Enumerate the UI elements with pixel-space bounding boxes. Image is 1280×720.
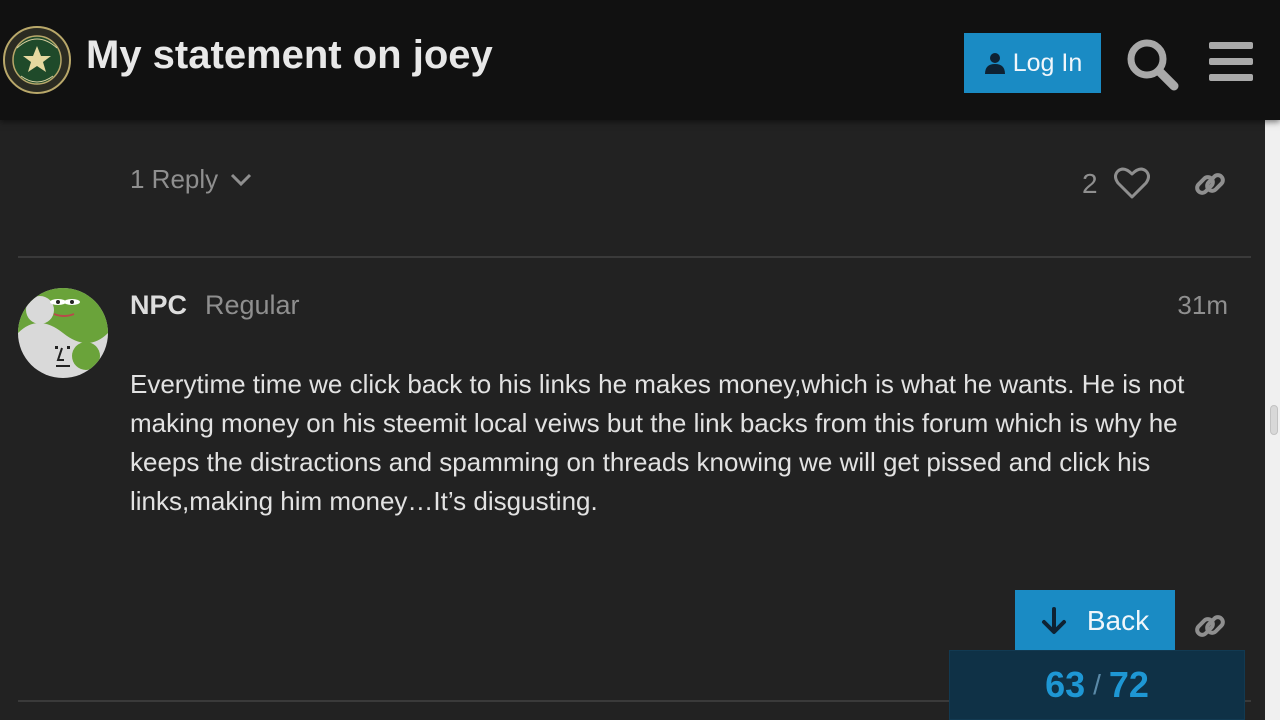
arrow-down-icon xyxy=(1041,606,1066,634)
link-icon[interactable] xyxy=(1192,166,1228,202)
post-body: Everytime time we click back to his link… xyxy=(130,369,1185,516)
back-label: Back xyxy=(1086,604,1150,636)
site-header: My statement on joey Log In xyxy=(0,0,1280,120)
like-count: 2 xyxy=(1082,168,1098,199)
post-username[interactable]: NPC xyxy=(130,290,187,321)
progress-total: 72 xyxy=(1108,664,1149,705)
replies-toggle[interactable]: 1 Reply xyxy=(130,164,252,195)
back-button[interactable]: Back xyxy=(1015,590,1175,651)
hamburger-menu-icon[interactable] xyxy=(1206,40,1256,84)
login-button[interactable]: Log In xyxy=(964,33,1101,93)
chevron-down-icon xyxy=(231,173,252,186)
infowars-army-logo[interactable] xyxy=(3,26,71,94)
user-icon xyxy=(984,53,1005,74)
post-user-title: Regular xyxy=(205,290,300,320)
scrollbar-thumb[interactable] xyxy=(1270,405,1278,435)
login-label: Log In xyxy=(1012,48,1083,77)
topic-title[interactable]: My statement on joey xyxy=(86,28,493,82)
heart-icon[interactable] xyxy=(1114,166,1150,200)
user-avatar[interactable] xyxy=(18,288,108,378)
progress-separator: / xyxy=(1093,669,1101,700)
post-date[interactable]: 31m xyxy=(1168,290,1228,321)
topic-progress[interactable]: 63 / 72 xyxy=(949,650,1245,720)
replies-label: 1 Reply xyxy=(130,164,219,194)
link-icon[interactable] xyxy=(1192,608,1228,644)
previous-post-actions: 1 Reply 2 xyxy=(0,120,1265,256)
search-icon[interactable] xyxy=(1124,36,1180,92)
progress-current: 63 xyxy=(1045,664,1086,705)
post-divider xyxy=(18,256,1251,258)
